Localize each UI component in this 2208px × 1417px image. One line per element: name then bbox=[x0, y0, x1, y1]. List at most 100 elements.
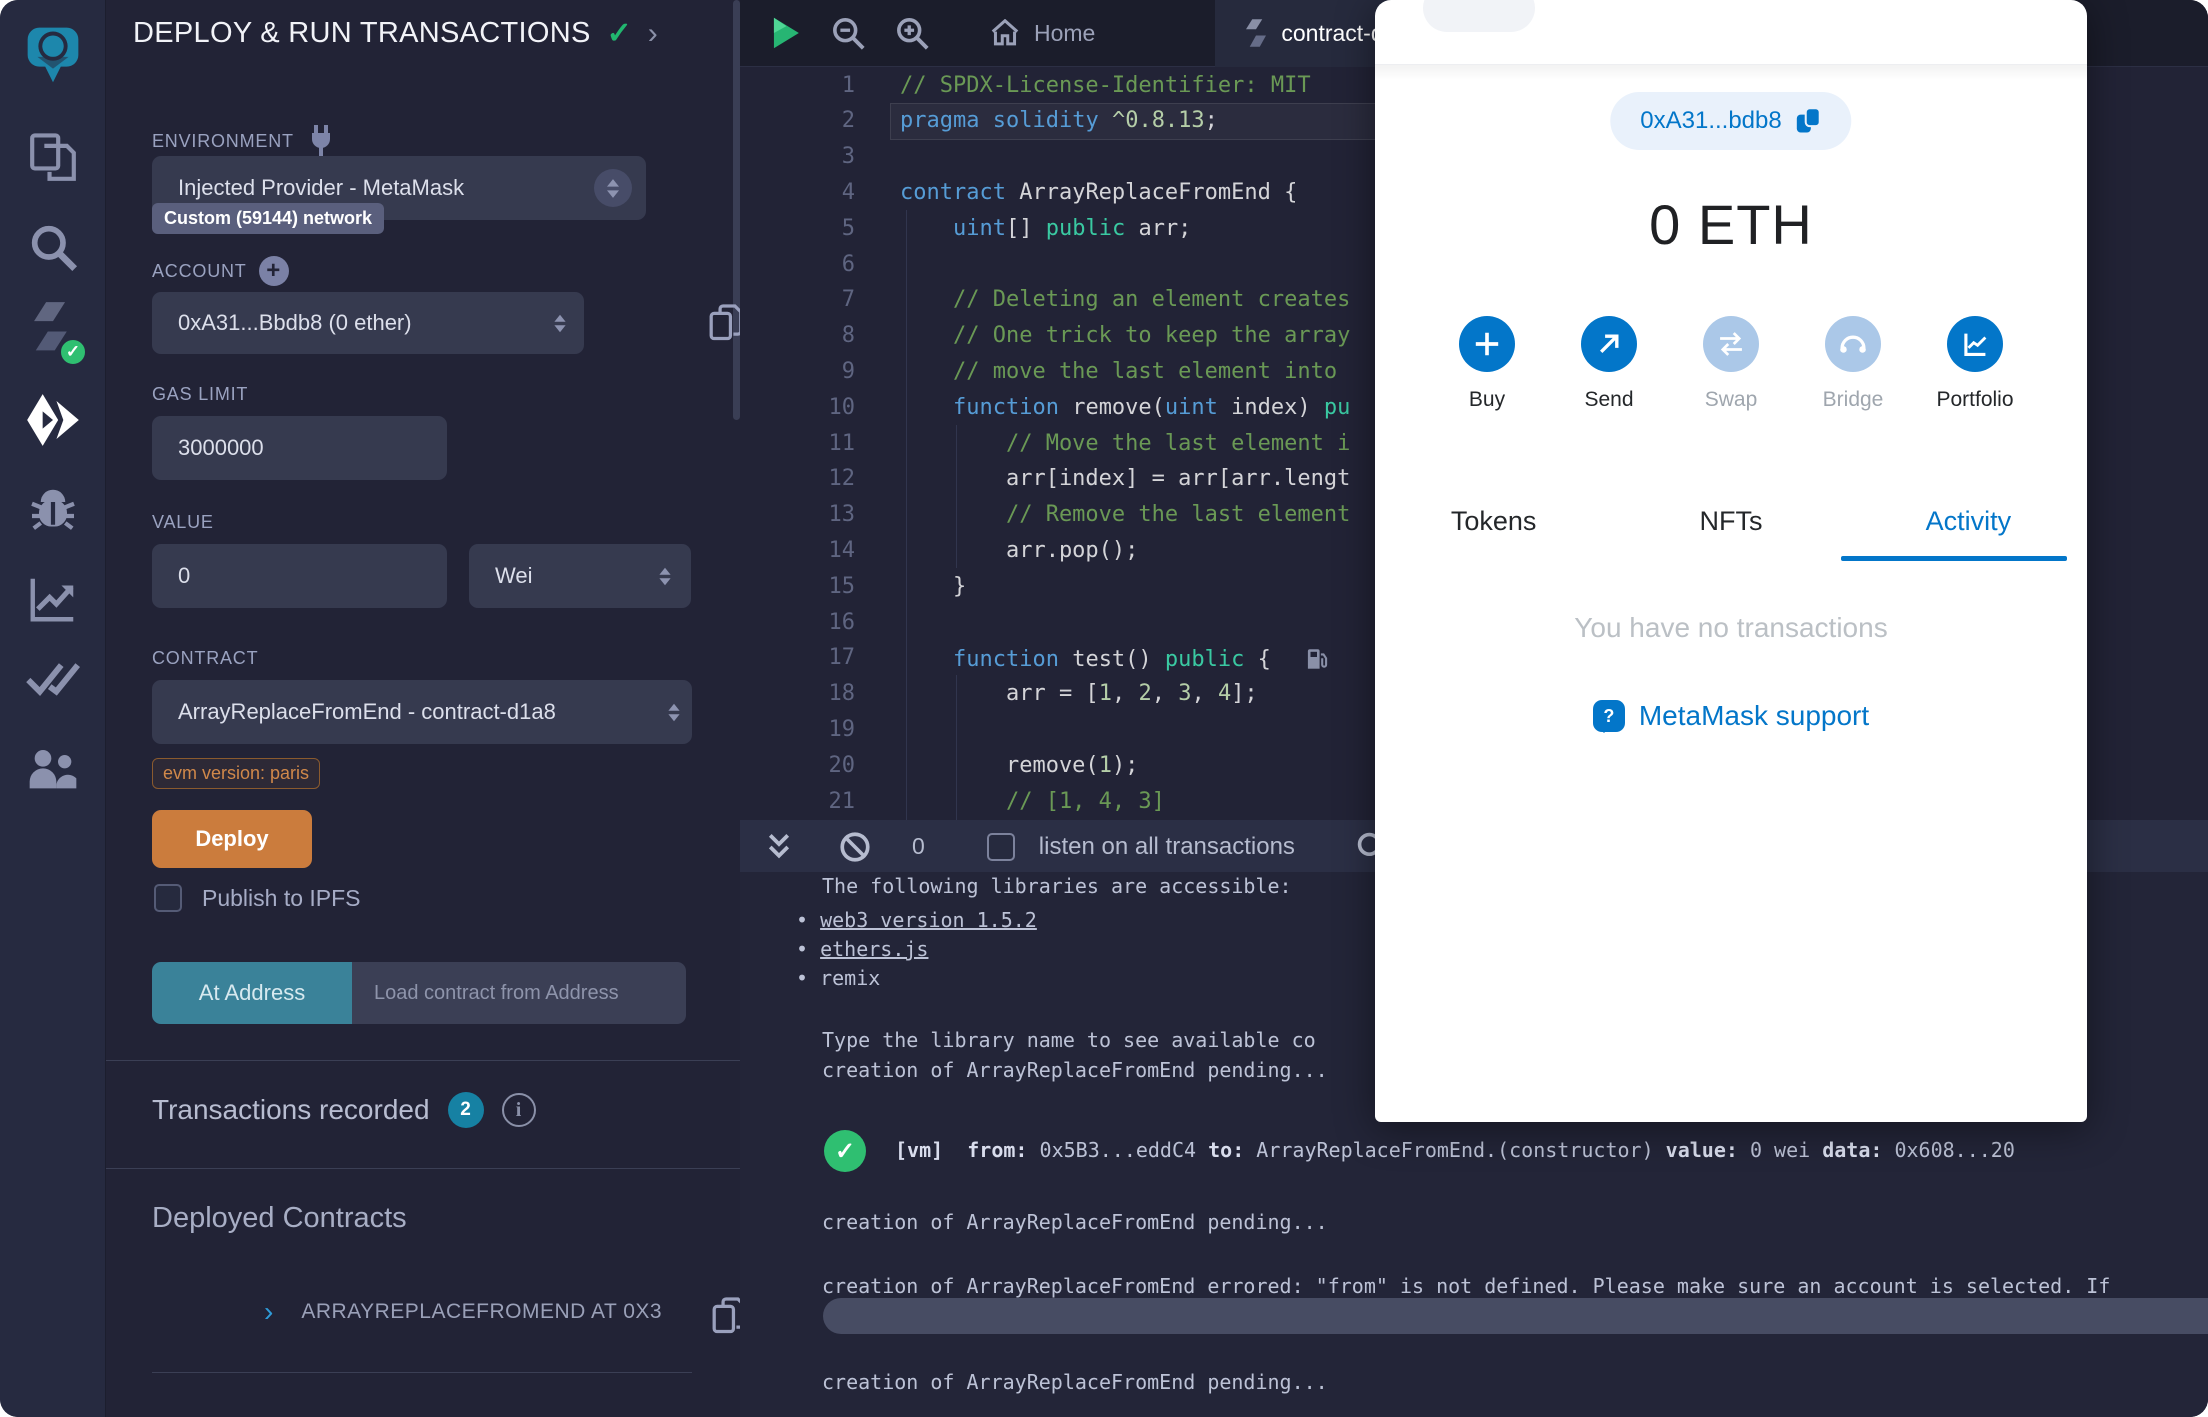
run-script-icon[interactable] bbox=[768, 15, 802, 51]
value-unit-select[interactable]: Wei bbox=[469, 544, 691, 608]
icon-rail: ✓ bbox=[0, 0, 106, 1417]
code-text: uint[] public arr; bbox=[952, 215, 1192, 241]
line-number: 19 bbox=[828, 716, 856, 742]
search-icon[interactable] bbox=[0, 222, 106, 272]
remix-logo[interactable] bbox=[0, 14, 106, 92]
portfolio-chart-icon bbox=[1947, 316, 2003, 372]
terminal-horizontal-scrollbar[interactable] bbox=[823, 1298, 2208, 1334]
terminal-log-line: Type the library name to see available c… bbox=[822, 1028, 1316, 1052]
terminal-library-link[interactable]: • ethers.js bbox=[796, 937, 928, 961]
portfolio-button[interactable]: Portfolio bbox=[1936, 316, 2014, 412]
deployed-item-expand-icon[interactable]: › bbox=[264, 1296, 273, 1328]
evm-version-badge: evm version: paris bbox=[152, 758, 321, 789]
plug-icon[interactable] bbox=[306, 124, 336, 158]
solidity-compiler-icon[interactable]: ✓ bbox=[0, 297, 106, 367]
contract-label: CONTRACT bbox=[152, 648, 259, 668]
page-title: DEPLOY & RUN TRANSACTIONS bbox=[133, 17, 591, 49]
transactions-count-badge: 2 bbox=[447, 1092, 484, 1128]
terminal-log-line: creation of ArrayReplaceFromEnd pending.… bbox=[822, 1210, 1328, 1234]
metamask-popup: 0xA31...bdb8 0 ETH Buy Send Swap Bridge Port… bbox=[1375, 0, 2087, 1122]
terminal-count: 0 bbox=[912, 833, 925, 859]
code-text: // move the last element into bbox=[900, 358, 1338, 384]
collapse-terminal-icon[interactable] bbox=[764, 831, 794, 863]
code-text: arr.pop(); bbox=[900, 537, 1139, 563]
metamask-address: 0xA31...bdb8 bbox=[1640, 107, 1782, 134]
environment-updown-icon[interactable] bbox=[594, 169, 632, 207]
line-number: 8 bbox=[841, 323, 855, 349]
plugin-manager-icon[interactable] bbox=[0, 745, 106, 795]
metamask-network-pill[interactable] bbox=[1423, 0, 1535, 32]
line-number: 14 bbox=[828, 537, 856, 563]
line-number: 21 bbox=[828, 788, 856, 814]
line-number: 15 bbox=[828, 573, 856, 599]
analytics-icon[interactable] bbox=[0, 572, 106, 626]
unit-testing-icon[interactable] bbox=[0, 658, 106, 702]
buy-button[interactable]: Buy bbox=[1459, 316, 1515, 412]
no-transactions-message: You have no transactions bbox=[1574, 612, 1888, 643]
panel-check-icon: ✓ bbox=[606, 17, 632, 50]
network-badge: Custom (59144) network bbox=[152, 203, 385, 234]
terminal-library-link[interactable]: • web3 version 1.5.2 bbox=[796, 908, 1037, 932]
copy-account-icon[interactable] bbox=[708, 303, 744, 343]
add-account-icon[interactable]: + bbox=[258, 256, 289, 286]
tab-nfts[interactable]: NFTs bbox=[1612, 492, 1849, 551]
code-text: // Move the last element i bbox=[900, 430, 1351, 456]
code-text: remove(1); bbox=[900, 752, 1139, 778]
tab-home[interactable]: Home bbox=[960, 0, 1125, 67]
at-address-input[interactable]: Load contract from Address bbox=[352, 962, 686, 1024]
clear-terminal-icon[interactable] bbox=[838, 830, 872, 864]
terminal-log-line: creation of ArrayReplaceFromEnd pending.… bbox=[822, 1058, 1328, 1082]
panel-scrollbar[interactable] bbox=[733, 0, 740, 420]
debugger-icon[interactable] bbox=[0, 482, 106, 536]
account-label: ACCOUNT + bbox=[152, 256, 289, 286]
code-text: arr[index] = arr[arr.lengt bbox=[900, 466, 1351, 492]
line-number: 2 bbox=[841, 108, 855, 134]
environment-label: ENVIRONMENT bbox=[152, 124, 336, 158]
line-number: 3 bbox=[841, 144, 855, 170]
panel-chevron-right-icon[interactable]: › bbox=[648, 17, 658, 51]
gas-limit-input[interactable]: 3000000 bbox=[152, 416, 447, 480]
transactions-recorded-label: Transactions recorded bbox=[152, 1094, 430, 1125]
bridge-button[interactable]: Bridge bbox=[1823, 316, 1883, 412]
account-select[interactable]: 0xA31...Bbdb8 (0 ether) bbox=[152, 292, 584, 354]
metamask-address-pill[interactable]: 0xA31...bdb8 bbox=[1610, 92, 1852, 150]
deploy-button[interactable]: Deploy bbox=[152, 810, 312, 868]
code-text: pragma solidity ^0.8.13; bbox=[900, 108, 1218, 134]
line-number: 5 bbox=[841, 215, 855, 241]
code-text: // [1, 4, 3] bbox=[900, 788, 1165, 814]
zoom-out-icon[interactable] bbox=[830, 15, 866, 51]
zoom-in-icon[interactable] bbox=[894, 15, 930, 51]
publish-ipfs-checkbox[interactable] bbox=[154, 884, 182, 912]
code-text: arr = [1, 2, 3, 4]; bbox=[900, 681, 1258, 707]
line-number: 9 bbox=[841, 358, 855, 384]
line-number: 4 bbox=[841, 179, 855, 205]
line-number: 16 bbox=[828, 609, 856, 635]
support-question-icon: ? bbox=[1592, 700, 1625, 733]
tab-tokens[interactable]: Tokens bbox=[1375, 492, 1612, 551]
metamask-support-link[interactable]: ? MetaMask support bbox=[1375, 700, 2087, 733]
deploy-and-run-icon[interactable] bbox=[0, 390, 106, 450]
metamask-header-divider bbox=[1375, 64, 2087, 80]
listen-transactions-checkbox[interactable] bbox=[986, 832, 1015, 861]
tab-activity[interactable]: Activity bbox=[1850, 492, 2087, 551]
contract-select[interactable]: ArrayReplaceFromEnd - contract-d1a8 bbox=[152, 680, 692, 744]
deploy-run-panel: DEPLOY & RUN TRANSACTIONS ✓ › ENVIRONMEN… bbox=[106, 0, 806, 1417]
swap-button[interactable]: Swap bbox=[1703, 316, 1759, 412]
transaction-success-icon[interactable]: ✓ bbox=[824, 1130, 866, 1172]
value-input[interactable]: 0 bbox=[152, 544, 447, 608]
send-button[interactable]: Send bbox=[1581, 316, 1637, 412]
code-text: function remove(uint index) pu bbox=[952, 394, 1351, 420]
file-explorer-icon[interactable] bbox=[0, 130, 106, 186]
deployed-contracts-label: Deployed Contracts bbox=[152, 1202, 407, 1234]
code-text: // Remove the last element bbox=[900, 502, 1351, 528]
code-text: } bbox=[900, 573, 967, 599]
transactions-info-icon[interactable]: i bbox=[501, 1093, 536, 1127]
terminal-log-line: The following libraries are accessible: bbox=[822, 874, 1292, 898]
deployed-item-label: ARRAYREPLACEFROMEND AT 0X3 bbox=[301, 1300, 663, 1323]
code-text: // One trick to keep the array bbox=[900, 323, 1351, 349]
at-address-button[interactable]: At Address bbox=[152, 962, 352, 1024]
terminal-vm-transaction-line: [vm] from: 0x5B3...eddC4 to: ArrayReplac… bbox=[895, 1138, 2015, 1162]
terminal-log-line: creation of ArrayReplaceFromEnd pending.… bbox=[822, 1370, 1328, 1394]
listen-transactions-label: listen on all transactions bbox=[1038, 832, 1295, 860]
gas-limit-label: GAS LIMIT bbox=[152, 384, 249, 404]
